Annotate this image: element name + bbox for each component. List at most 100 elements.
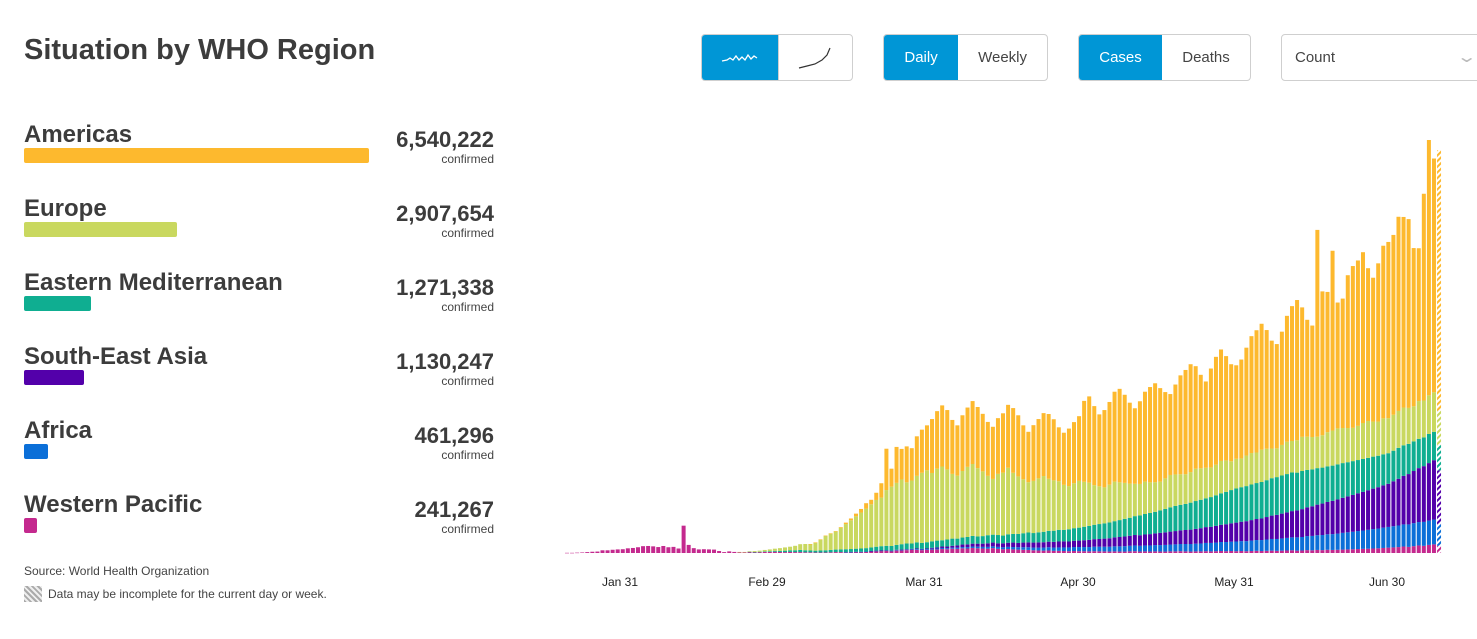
bar-americas[interactable] xyxy=(833,531,838,532)
bar-africa[interactable] xyxy=(1046,547,1051,551)
bar-western-pacific[interactable] xyxy=(1208,551,1213,553)
bar-western-pacific[interactable] xyxy=(935,549,940,553)
bar-americas[interactable] xyxy=(828,533,833,534)
bar-africa[interactable] xyxy=(1148,545,1153,552)
bar-south-east-asia[interactable] xyxy=(1178,530,1183,545)
bar-western-pacific[interactable] xyxy=(1158,551,1163,553)
bar-eastern-mediterranean[interactable] xyxy=(1046,530,1051,542)
bar-africa[interactable] xyxy=(1163,544,1168,552)
bar-europe[interactable] xyxy=(1305,436,1310,470)
bar-europe[interactable] xyxy=(813,542,818,551)
bar-africa[interactable] xyxy=(1132,545,1137,552)
bar-americas[interactable] xyxy=(1224,356,1229,461)
bar-eastern-mediterranean[interactable] xyxy=(1345,462,1350,497)
bar-eastern-mediterranean[interactable] xyxy=(808,550,813,553)
bar-south-east-asia[interactable] xyxy=(1203,527,1208,543)
bar-eastern-mediterranean[interactable] xyxy=(930,541,935,548)
bar-eastern-mediterranean[interactable] xyxy=(843,549,848,553)
bar-europe[interactable] xyxy=(1087,482,1092,526)
bar-western-pacific[interactable] xyxy=(767,551,772,553)
bar-americas[interactable] xyxy=(935,411,940,469)
bar-eastern-mediterranean[interactable] xyxy=(924,542,929,549)
bar-western-pacific[interactable] xyxy=(1173,551,1178,553)
bar-western-pacific[interactable] xyxy=(1178,551,1183,553)
bar-western-pacific[interactable] xyxy=(955,548,960,553)
bar-africa[interactable] xyxy=(1031,547,1036,551)
bar-americas[interactable] xyxy=(1320,291,1325,436)
bar-western-pacific[interactable] xyxy=(1295,550,1300,553)
bar-western-pacific[interactable] xyxy=(732,551,737,553)
bar-europe[interactable] xyxy=(1203,467,1208,499)
bar-eastern-mediterranean[interactable] xyxy=(1431,431,1436,461)
bar-americas[interactable] xyxy=(1183,369,1188,475)
bar-africa[interactable] xyxy=(985,546,990,549)
bar-europe[interactable] xyxy=(1239,458,1244,488)
bar-western-pacific[interactable] xyxy=(691,548,696,553)
bar-western-pacific[interactable] xyxy=(995,548,1000,553)
region-item[interactable]: Europe 2,907,654 confirmed xyxy=(24,195,494,265)
bar-western-pacific[interactable] xyxy=(1360,548,1365,553)
bar-americas[interactable] xyxy=(1036,419,1041,479)
bar-americas[interactable] xyxy=(1396,216,1401,411)
bar-americas[interactable] xyxy=(970,401,975,464)
bar-western-pacific[interactable] xyxy=(904,550,909,553)
bar-eastern-mediterranean[interactable] xyxy=(1087,525,1092,540)
bar-africa[interactable] xyxy=(1269,538,1274,551)
bar-africa[interactable] xyxy=(1300,536,1305,551)
bar-americas[interactable] xyxy=(1213,356,1218,465)
bar-europe[interactable] xyxy=(1183,474,1188,504)
bar-western-pacific[interactable] xyxy=(762,551,767,553)
bar-western-pacific[interactable] xyxy=(1082,551,1087,553)
bar-western-pacific[interactable] xyxy=(833,552,838,553)
bar-south-east-asia[interactable] xyxy=(1340,497,1345,533)
bar-south-east-asia[interactable] xyxy=(950,545,955,548)
bar-western-pacific[interactable] xyxy=(975,548,980,553)
bar-americas[interactable] xyxy=(980,413,985,472)
bar-south-east-asia[interactable] xyxy=(1132,535,1137,546)
bar-western-pacific[interactable] xyxy=(1163,551,1168,553)
bar-africa[interactable] xyxy=(914,549,919,550)
bar-africa[interactable] xyxy=(1401,524,1406,547)
bar-western-pacific[interactable] xyxy=(884,550,889,553)
bar-americas[interactable] xyxy=(894,446,899,483)
bar-south-east-asia[interactable] xyxy=(1107,538,1112,547)
bar-africa[interactable] xyxy=(950,547,955,549)
bar-eastern-mediterranean[interactable] xyxy=(1325,466,1330,502)
bar-south-east-asia[interactable] xyxy=(1406,474,1411,525)
bar-europe[interactable] xyxy=(818,539,823,551)
bar-south-east-asia[interactable] xyxy=(1087,539,1092,548)
bar-western-pacific[interactable] xyxy=(1112,551,1117,553)
bar-europe[interactable] xyxy=(742,551,747,553)
bar-europe[interactable] xyxy=(909,480,914,544)
bar-americas[interactable] xyxy=(899,448,904,480)
bar-western-pacific[interactable] xyxy=(980,548,985,553)
bar-western-pacific[interactable] xyxy=(590,551,595,553)
bar-western-pacific[interactable] xyxy=(1284,550,1289,553)
bar-americas[interactable] xyxy=(950,419,955,474)
bar-africa[interactable] xyxy=(1208,542,1213,552)
bar-africa[interactable] xyxy=(843,552,848,553)
bar-europe[interactable] xyxy=(1345,428,1350,463)
bar-africa[interactable] xyxy=(1355,531,1360,550)
bar-south-east-asia[interactable] xyxy=(874,550,879,552)
bar-americas[interactable] xyxy=(919,429,924,473)
weekly-button[interactable]: Weekly xyxy=(958,35,1047,80)
bar-western-pacific[interactable] xyxy=(686,544,691,553)
bar-western-pacific[interactable] xyxy=(1092,551,1097,553)
bar-europe[interactable] xyxy=(904,482,909,544)
bar-south-east-asia[interactable] xyxy=(1056,541,1061,548)
bar-americas[interactable] xyxy=(1416,248,1421,402)
bar-africa[interactable] xyxy=(1396,525,1401,548)
bar-western-pacific[interactable] xyxy=(1168,551,1173,553)
bar-south-east-asia[interactable] xyxy=(1001,543,1006,548)
bar-eastern-mediterranean[interactable] xyxy=(1340,463,1345,498)
bar-south-east-asia[interactable] xyxy=(1016,542,1021,548)
bar-western-pacific[interactable] xyxy=(1437,545,1442,553)
bar-south-east-asia[interactable] xyxy=(1153,533,1158,546)
bar-western-pacific[interactable] xyxy=(1355,549,1360,553)
bar-eastern-mediterranean[interactable] xyxy=(1203,498,1208,528)
bar-western-pacific[interactable] xyxy=(930,549,935,553)
bar-eastern-mediterranean[interactable] xyxy=(752,551,757,553)
bar-western-pacific[interactable] xyxy=(1001,549,1006,553)
bar-americas[interactable] xyxy=(1330,250,1335,431)
